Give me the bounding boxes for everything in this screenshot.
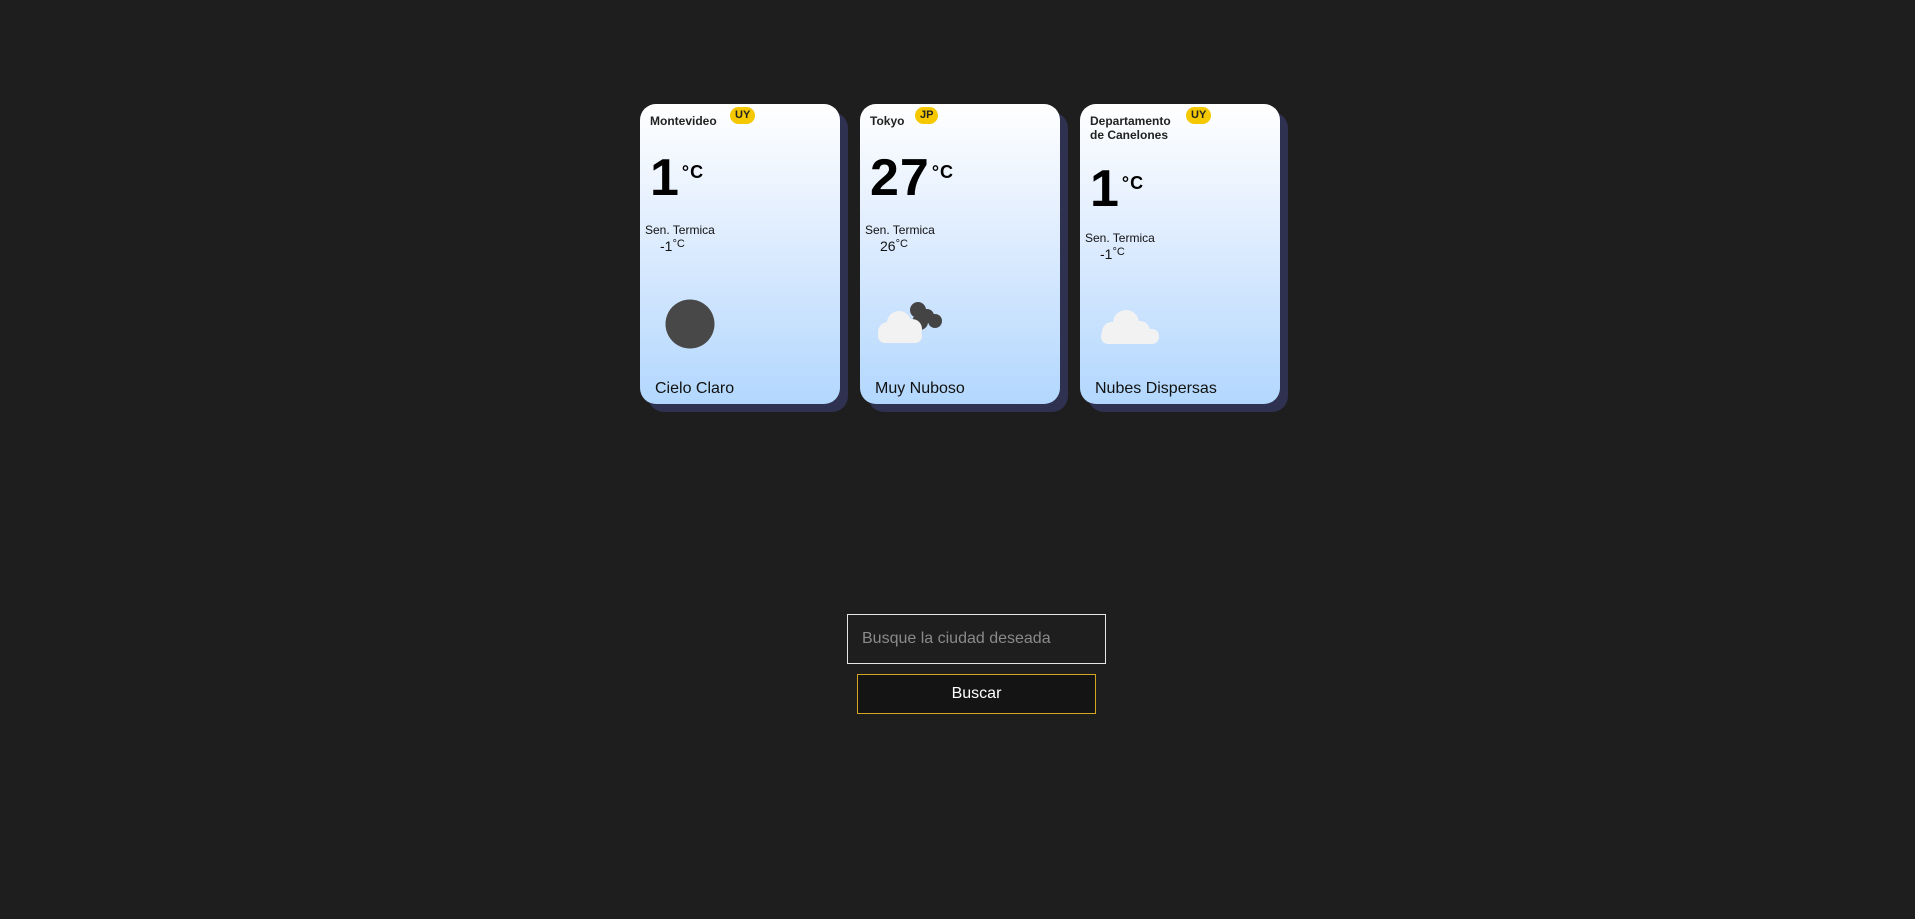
country-badge: UY [730,107,756,124]
feels-like-value: -1 [1100,246,1113,262]
temperature: 27 °C [870,152,954,204]
country-badge: JP [915,107,939,124]
temperature-value: 27 [870,149,930,207]
temperature-value: 1 [650,149,680,207]
weather-cards: Montevideo UY 1 °C Sen. Termica -1°C Ciel… [640,104,1288,412]
scattered-clouds-icon [1098,304,1162,351]
feels-like: 26°C [880,238,908,254]
feels-like-label: Sen. Termica [865,223,935,237]
weather-description: Muy Nuboso [875,380,965,397]
clear-sky-moon-icon [665,299,715,354]
feels-like-label: Sen. Termica [1085,231,1155,245]
city-search-input[interactable] [847,614,1106,664]
feels-like-unit: °C [1112,246,1125,258]
temperature-value: 1 [1090,160,1120,218]
feels-like: -1°C [1100,246,1125,262]
overcast-clouds-icon [874,296,946,351]
city-name: Departamento de Canelones [1090,114,1171,142]
weather-description: Cielo Claro [655,380,735,397]
feels-like-unit: °C [672,238,685,250]
temperature: 1 °C [1090,163,1144,215]
temperature-unit: °C [681,162,705,182]
feels-like-unit: °C [895,238,908,250]
weather-card-body: Tokyo JP 27 °C Sen. Termica 26°C Muy Nub… [860,104,1060,404]
feels-like: -1°C [660,238,685,254]
weather-card-body: Departamento de Canelones UY 1 °C Sen. Te… [1080,104,1280,404]
weather-description: Nubes Dispersas [1095,380,1217,397]
feels-like-value: 26 [880,238,896,254]
feels-like-label: Sen. Termica [645,223,715,237]
weather-card: Tokyo JP 27 °C Sen. Termica 26°C Muy Nub… [860,104,1068,412]
country-badge: UY [1186,107,1212,124]
temperature: 1 °C [650,152,704,204]
weather-card: Montevideo UY 1 °C Sen. Termica -1°C Ciel… [640,104,848,412]
feels-like-value: -1 [660,238,673,254]
weather-card-body: Montevideo UY 1 °C Sen. Termica -1°C Ciel… [640,104,840,404]
temperature-unit: °C [931,162,955,182]
weather-card: Departamento de Canelones UY 1 °C Sen. Te… [1080,104,1288,412]
temperature-unit: °C [1121,173,1145,193]
search-button[interactable]: Buscar [857,674,1096,714]
